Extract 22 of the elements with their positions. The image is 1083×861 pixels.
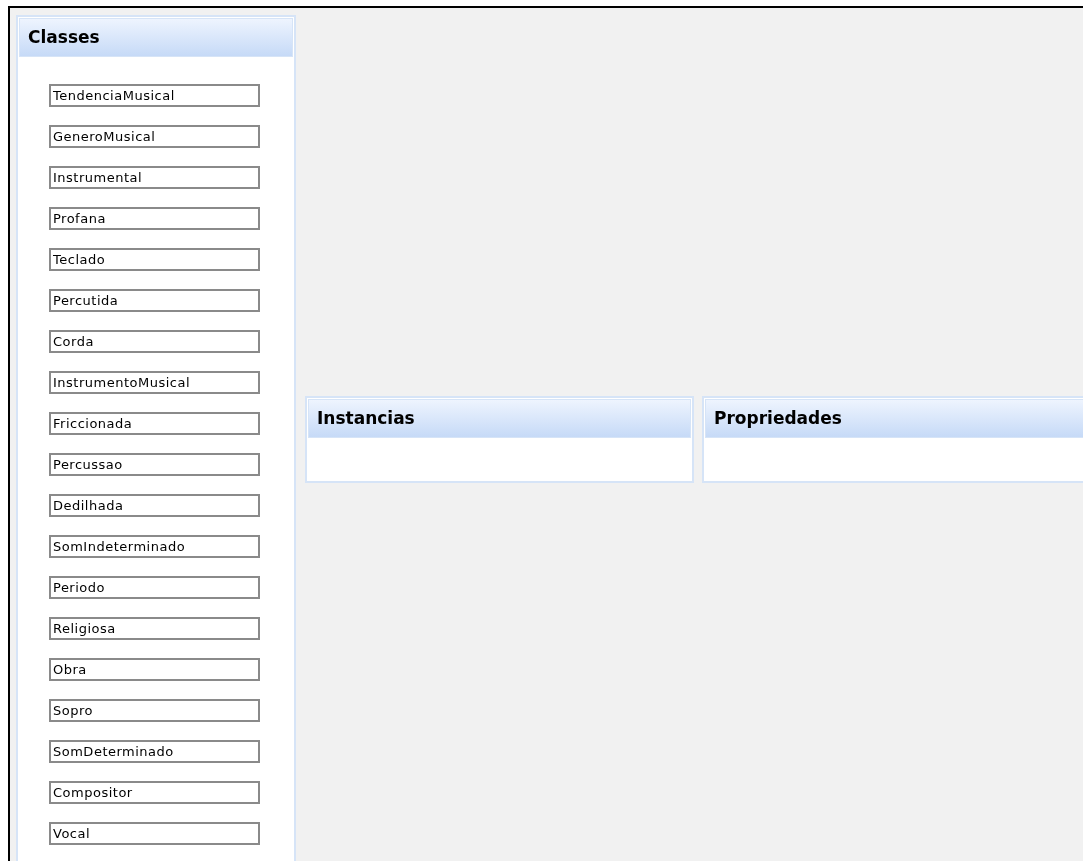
- class-item[interactable]: SomDeterminado: [49, 740, 260, 763]
- panel-header: Propriedades: [705, 399, 1083, 438]
- class-item[interactable]: TendenciaMusical: [49, 84, 260, 107]
- class-item[interactable]: Percutida: [49, 289, 260, 312]
- class-item[interactable]: Corda: [49, 330, 260, 353]
- class-item[interactable]: InstrumentoMusical: [49, 371, 260, 394]
- class-item[interactable]: Sopro: [49, 699, 260, 722]
- class-item[interactable]: Profana: [49, 207, 260, 230]
- class-item[interactable]: Periodo: [49, 576, 260, 599]
- panel-header: Classes: [19, 18, 293, 57]
- class-item[interactable]: Compositor: [49, 781, 260, 804]
- class-item[interactable]: Vocal: [49, 822, 260, 845]
- class-item[interactable]: Teclado: [49, 248, 260, 271]
- class-item[interactable]: Instrumental: [49, 166, 260, 189]
- class-item[interactable]: Religiosa: [49, 617, 260, 640]
- class-item[interactable]: Obra: [49, 658, 260, 681]
- class-item[interactable]: Dedilhada: [49, 494, 260, 517]
- class-item[interactable]: Friccionada: [49, 412, 260, 435]
- class-item[interactable]: Percussao: [49, 453, 260, 476]
- class-item[interactable]: SomIndeterminado: [49, 535, 260, 558]
- class-item[interactable]: GeneroMusical: [49, 125, 260, 148]
- panel-header: Instancias: [308, 399, 691, 438]
